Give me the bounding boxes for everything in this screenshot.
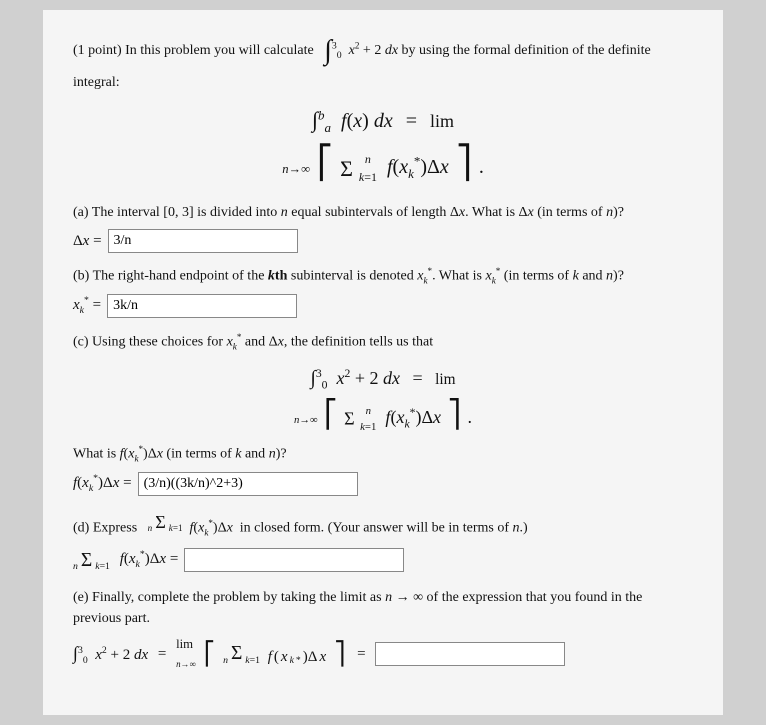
part-c-formula: ∫30 x2 + 2 dx = limn→∞ ⎡ Σ n k=1 f(xk*)Δ… bbox=[73, 364, 693, 435]
part-c-label: (c) Using these choices for xk* and Δx, … bbox=[73, 331, 693, 354]
part-e-label: (e) Finally, complete the problem by tak… bbox=[73, 587, 693, 629]
part-d-prefix: f(xk*)Δx = bbox=[116, 548, 178, 573]
part-b: (b) The right-hand endpoint of the kth s… bbox=[73, 265, 693, 319]
part-e-answer-row: ∫30 x2 + 2 dx = limn→∞ ⎡ n Σ k=1 f(xk*)Δ… bbox=[73, 635, 693, 673]
part-d-answer-row: n Σ k=1 f(xk*)Δx = bbox=[73, 546, 693, 575]
part-c: (c) Using these choices for xk* and Δx, … bbox=[73, 331, 693, 497]
part-e-lim: limn→∞ bbox=[176, 635, 196, 673]
part-e-close-bracket: ⎤ bbox=[334, 637, 345, 671]
part-c-answer-row: f(xk*)Δx = bbox=[73, 472, 693, 497]
part-e-input[interactable] bbox=[375, 642, 565, 666]
part-a-answer-row: Δx = bbox=[73, 229, 693, 253]
part-e-sum: n Σ k=1 f(xk*)Δx bbox=[223, 639, 326, 668]
part-a-input[interactable] bbox=[108, 229, 298, 253]
integral-symbol: ∫ bbox=[324, 35, 332, 66]
definition-formula: ∫ba f(x) dx = limn→∞ ⎡ Σ n k=1 f(xk*)Δx … bbox=[73, 103, 693, 186]
intro-label: (1 point) In this problem you will calcu… bbox=[73, 43, 314, 58]
part-d-sigma: n Σ k=1 bbox=[73, 546, 110, 575]
what-is-line: What is f(xk*)Δx (in terms of k and n)? bbox=[73, 443, 693, 466]
part-d-label: (d) Express n Σ k=1 f(xk*)Δx in closed f… bbox=[73, 509, 693, 540]
part-b-answer-row: xk* = bbox=[73, 294, 693, 319]
part-a-prefix: Δx = bbox=[73, 230, 102, 253]
part-b-prefix: xk* = bbox=[73, 294, 101, 319]
part-e-open-bracket: ⎡ bbox=[204, 637, 215, 671]
part-e-integral: ∫30 x2 + 2 dx bbox=[73, 640, 148, 669]
what-is-label: What is bbox=[73, 447, 116, 462]
main-content: (1 point) In this problem you will calcu… bbox=[43, 10, 723, 715]
part-a-label: (a) The interval [0, 3] is divided into … bbox=[73, 202, 693, 223]
part-d-input[interactable] bbox=[184, 548, 404, 572]
part-e: (e) Finally, complete the problem by tak… bbox=[73, 587, 693, 673]
part-c-prefix: f(xk*)Δx = bbox=[73, 472, 132, 497]
part-d: (d) Express n Σ k=1 f(xk*)Δx in closed f… bbox=[73, 509, 693, 575]
part-e-equals: = bbox=[154, 643, 170, 666]
intro-text: (1 point) In this problem you will calcu… bbox=[73, 30, 693, 93]
part-a: (a) The interval [0, 3] is divided into … bbox=[73, 202, 693, 253]
part-c-input[interactable] bbox=[138, 472, 358, 496]
part-e-equals2: = bbox=[353, 643, 369, 666]
part-b-label: (b) The right-hand endpoint of the kth s… bbox=[73, 265, 693, 288]
part-b-input[interactable] bbox=[107, 294, 297, 318]
